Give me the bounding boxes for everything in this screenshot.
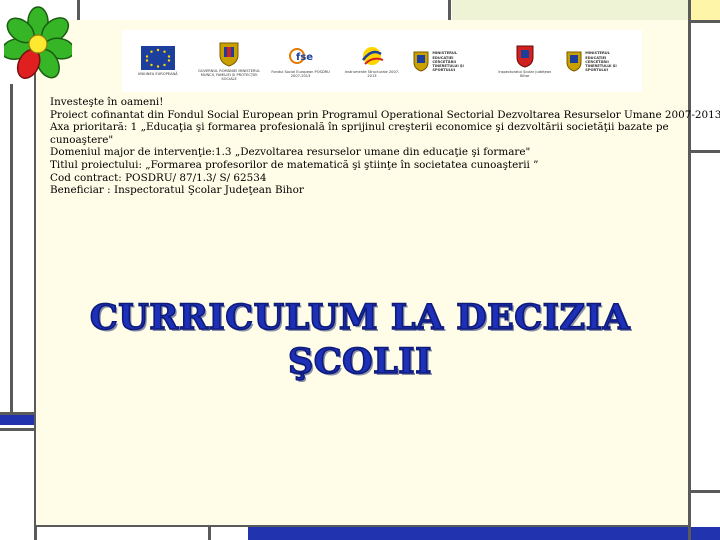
- background-yellow-block: [690, 0, 720, 22]
- ministry-education-2-icon: [566, 51, 582, 72]
- beneficiary-text: Beneficiar : Inspectoratul Şcolar Judeţe…: [50, 184, 304, 197]
- frame-line: [0, 412, 36, 415]
- major-domain-text: Domeniul major de intervenţie:1.3 „Dezvo…: [50, 146, 531, 159]
- project-info: Investeşte în oameni! Proiect cofinantat…: [50, 96, 720, 197]
- frame-line: [10, 84, 13, 414]
- background-right-block: [690, 22, 720, 150]
- romania-coat-of-arms-icon: [219, 42, 239, 67]
- contract-code-text: Cod contract: POSDRU/ 87/1.3/ S/ 62534: [50, 171, 267, 184]
- logo-gov: GUVERNUL ROMÂNIEI MINISTERUL MUNCII, FAM…: [198, 41, 261, 82]
- slide-title-line2: ŞCOLII: [287, 340, 432, 383]
- logo-ministry: MINISTERUL EDUCAȚIEI CERCETĂRII TINERETU…: [413, 49, 483, 72]
- project-cofinancing-text: Proiect cofinantat din Fondul Social Eur…: [50, 108, 720, 121]
- logo-caption: Inspectoratul Școlar Județean Bihor: [498, 69, 552, 78]
- frame-line: [0, 428, 36, 431]
- slide-title-line1: CURRICULUM LA DECIZIA: [89, 296, 631, 339]
- logo-caption: MINISTERUL EDUCAȚIEI CERCETĂRII TINERETU…: [432, 51, 464, 73]
- logo-caption: UNIUNEA EUROPEANĂ: [137, 71, 178, 76]
- background-green-block: [452, 0, 688, 20]
- background-bottom-blue: [248, 527, 720, 540]
- svg-text:fse: fse: [296, 52, 313, 63]
- isj-bihor-icon: [516, 45, 534, 68]
- logo-caption: GUVERNUL ROMÂNIEI MINISTERUL MUNCII, FAM…: [198, 68, 261, 82]
- slide-title: CURRICULUM LA DECIZIA ŞCOLII: [60, 296, 660, 384]
- sponsor-logo-strip: UNIUNEA EUROPEANĂ GUVERNUL ROMÂNIEI MINI…: [122, 30, 642, 92]
- frame-line: [448, 0, 451, 22]
- frame-line: [77, 0, 80, 20]
- logo-caption: MINISTERUL EDUCAȚIEI CERCETĂRII TINERETU…: [585, 51, 617, 73]
- flower-logo-icon: [4, 6, 72, 79]
- instrumente-structurale-icon: [361, 46, 384, 65]
- logo-eu: UNIUNEA EUROPEANĂ: [128, 45, 188, 76]
- eu-flag-icon: [140, 45, 175, 70]
- project-title-text: Titlul proiectului: „Formarea profesoril…: [50, 158, 539, 171]
- ministry-education-icon: [413, 51, 429, 72]
- frame-line: [688, 150, 720, 153]
- frame-line: [688, 0, 691, 540]
- fse-logo-icon: fse: [288, 47, 313, 64]
- logo-isj: Inspectoratul Școlar Județean Bihor: [495, 44, 555, 78]
- background-blue-bar: [0, 415, 34, 425]
- logo-caption: Instrumente Structurale 2007-2013: [344, 69, 400, 78]
- logo-ministry-2: MINISTERUL EDUCAȚIEI CERCETĂRII TINERETU…: [566, 49, 636, 72]
- priority-axis-text: Axa prioritară: 1 „Educaţia şi formarea …: [50, 121, 669, 146]
- logo-is: Instrumente Structurale 2007-2013: [342, 44, 402, 78]
- logo-fse: fse Fondul Social European POSDRU 2007-2…: [271, 44, 331, 78]
- logo-caption: Fondul Social European POSDRU 2007-2013: [271, 69, 330, 78]
- slogan-text: Investeşte în oameni!: [50, 96, 164, 108]
